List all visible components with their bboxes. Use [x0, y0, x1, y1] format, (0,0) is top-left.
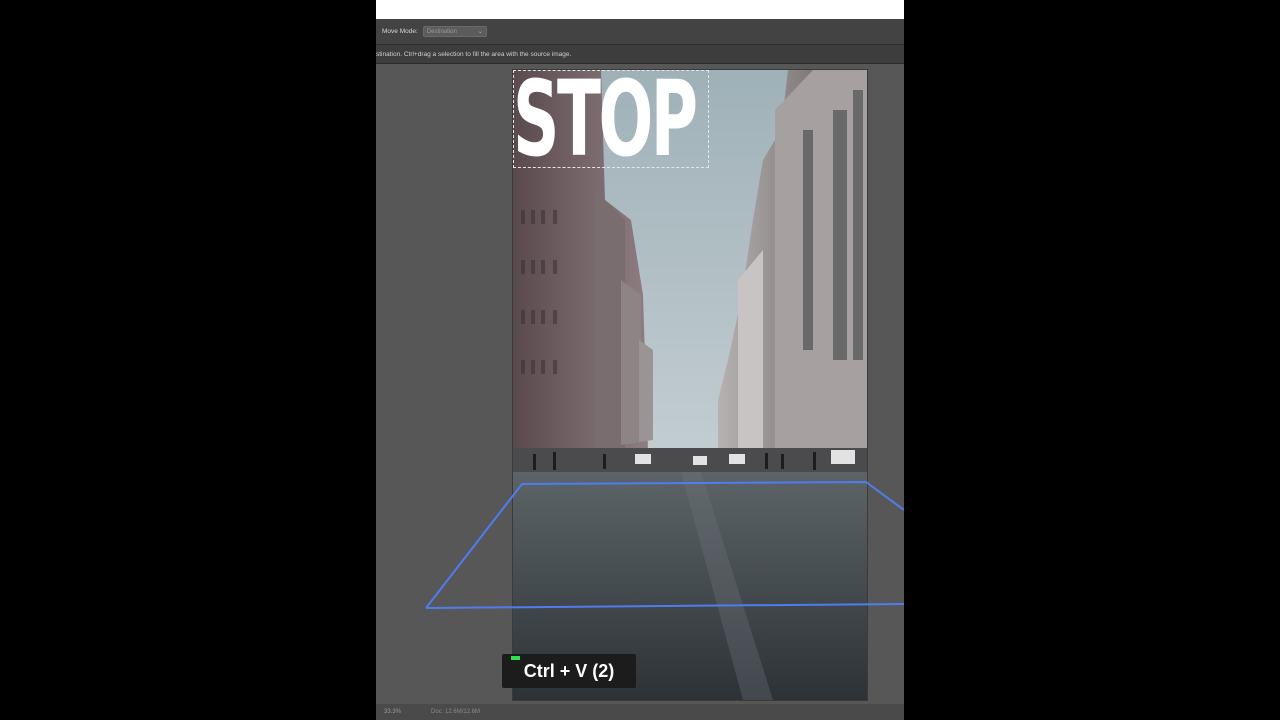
document-info: Doc: 12.6M/12.6M [431, 709, 481, 715]
chevron-down-icon: ⌄ [477, 29, 483, 35]
title-strip [376, 0, 904, 19]
status-bar: 33.3% Doc: 12.6M/12.6M [376, 704, 904, 720]
photoshop-window: Move Mode: Destination ⌄ stination. Ctrl… [376, 0, 904, 720]
hint-text: stination. Ctrl+drag a selection to fill… [376, 50, 572, 58]
move-mode-value: Destination [426, 28, 457, 35]
recording-indicator-icon [511, 656, 520, 660]
move-mode-select[interactable]: Destination ⌄ [422, 26, 487, 37]
perspective-grid[interactable] [376, 64, 904, 704]
options-bar: Move Mode: Destination ⌄ [376, 19, 904, 45]
move-mode-label: Move Mode: [382, 28, 418, 35]
zoom-level[interactable]: 33.3% [384, 709, 401, 715]
canvas-area[interactable]: STOP [376, 64, 904, 704]
shortcut-text: Ctrl + V (2) [523, 660, 615, 681]
keyboard-shortcut-overlay: Ctrl + V (2) [502, 654, 636, 688]
hint-bar: stination. Ctrl+drag a selection to fill… [376, 45, 904, 64]
